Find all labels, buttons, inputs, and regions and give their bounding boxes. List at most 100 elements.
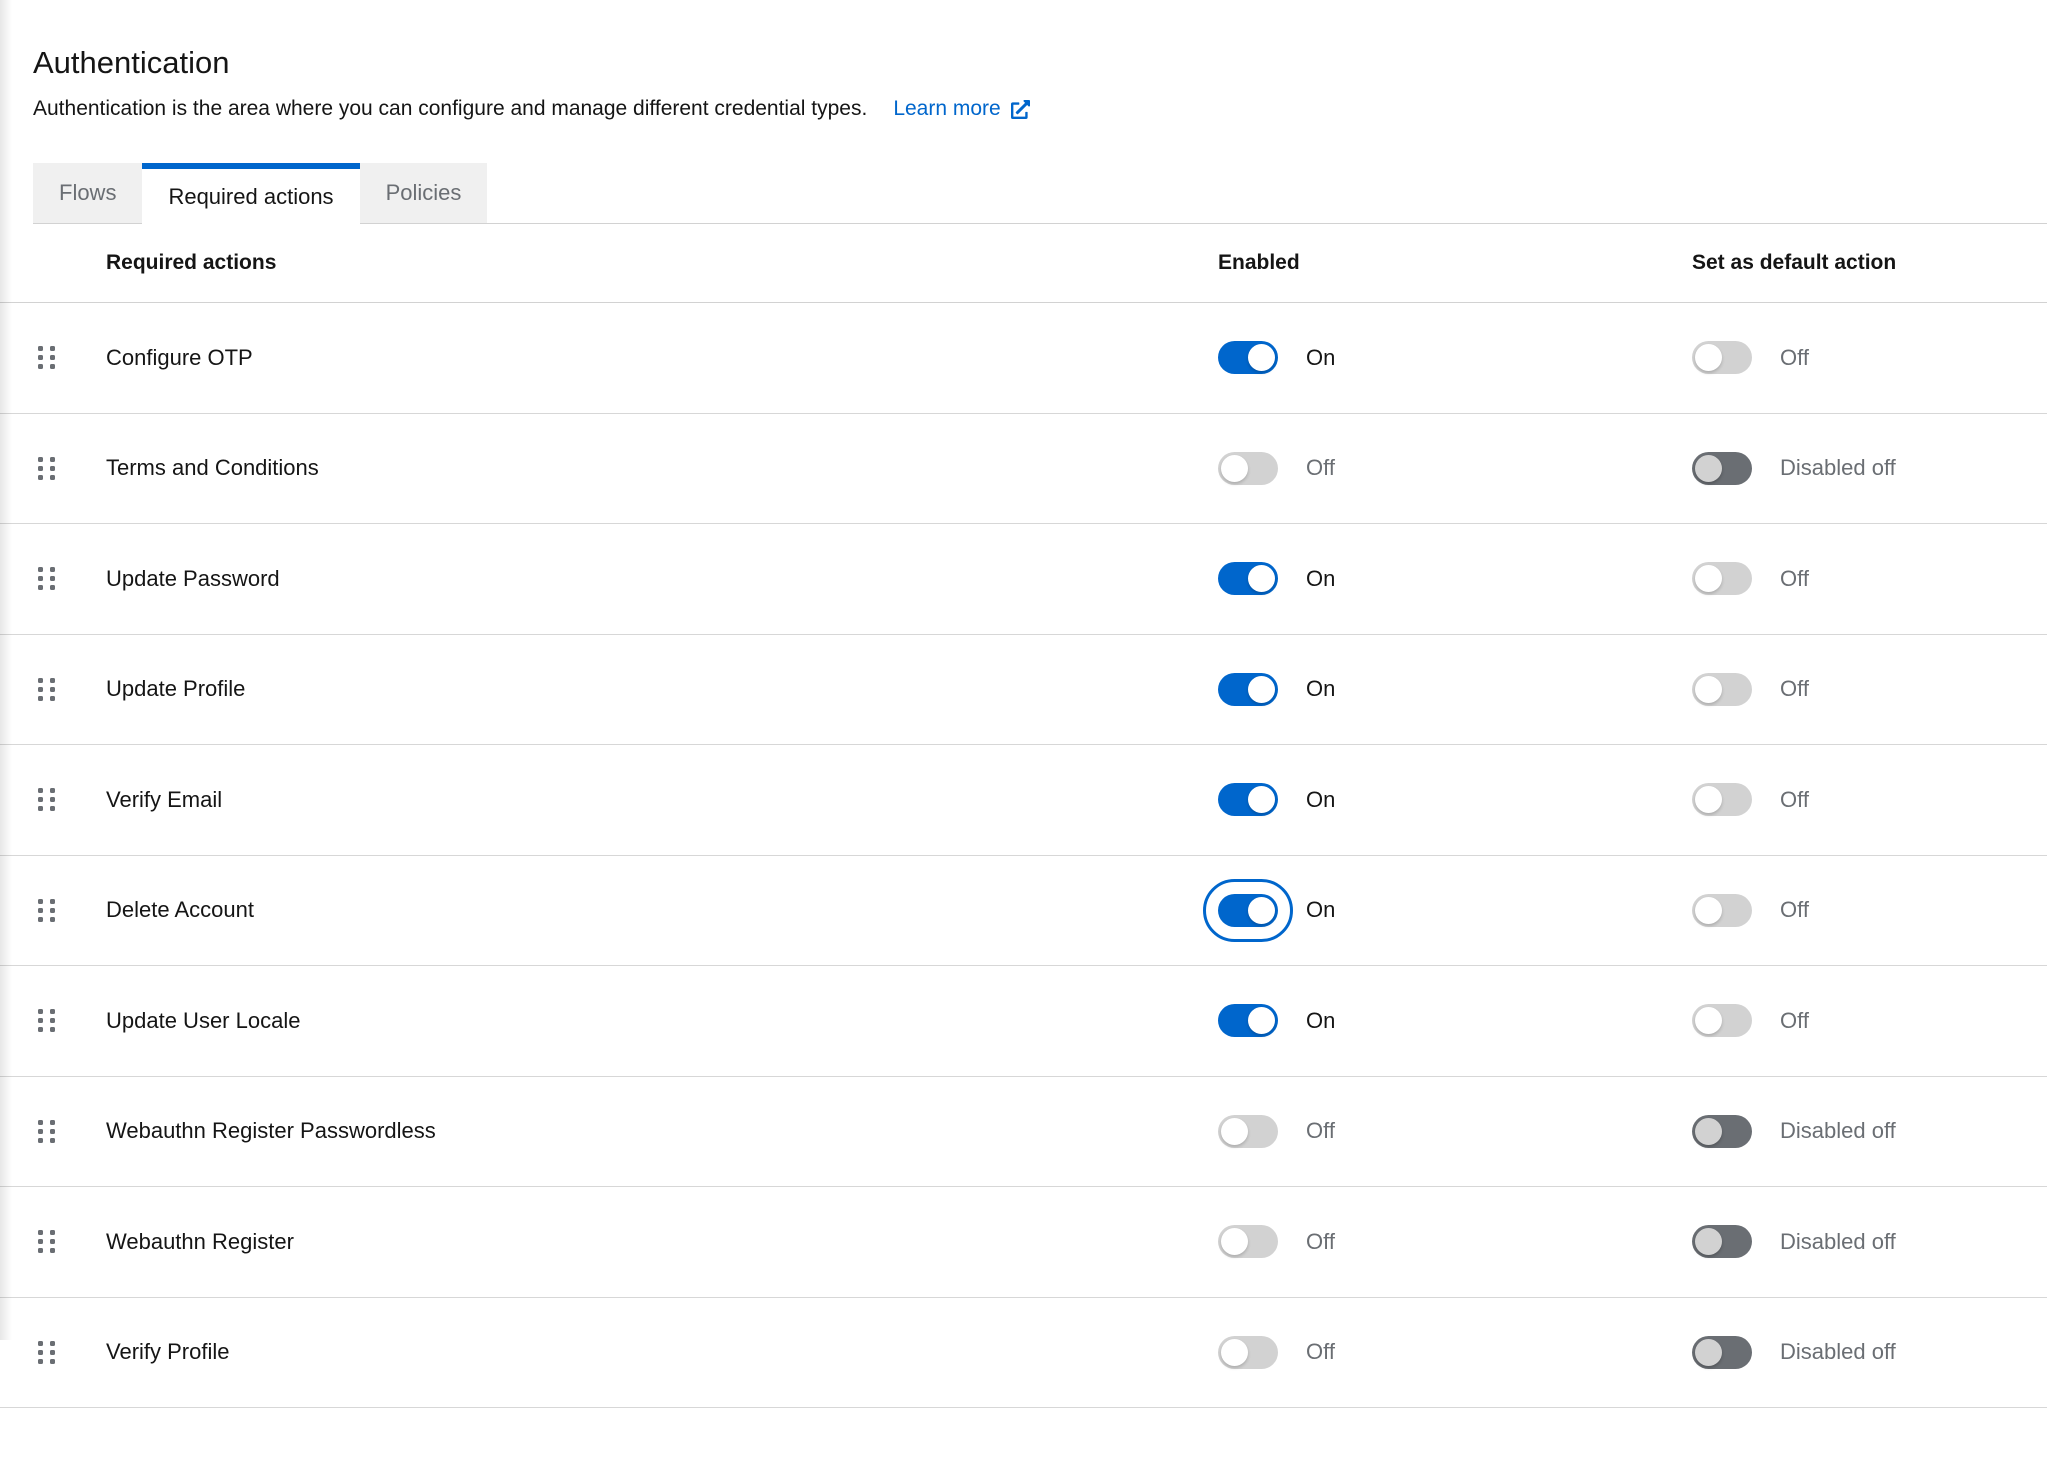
action-name: Update Profile (106, 676, 245, 702)
enabled-switch[interactable] (1218, 1225, 1278, 1258)
enabled-switch[interactable] (1218, 341, 1278, 374)
default-action-switch[interactable] (1692, 562, 1752, 595)
enabled-switch[interactable] (1218, 673, 1278, 706)
default-action-switch[interactable] (1692, 783, 1752, 816)
page-description-row: Authentication is the area where you can… (33, 95, 2014, 123)
switch-focus-ring (1203, 879, 1293, 942)
grip-dot (50, 1239, 55, 1244)
default-action-switch-group: Off (1692, 894, 1809, 927)
grip-dot (50, 908, 55, 913)
grip-dot (50, 1120, 55, 1125)
action-name: Terms and Conditions (106, 455, 319, 481)
grip-dot (50, 1129, 55, 1134)
action-name: Verify Profile (106, 1339, 230, 1365)
learn-more-link[interactable]: Learn more (893, 97, 1029, 121)
grip-dot (50, 1350, 55, 1355)
action-name: Webauthn Register Passwordless (106, 1118, 436, 1144)
switch-state-label: On (1306, 897, 1335, 923)
column-header-required-actions: Required actions (106, 224, 1218, 302)
drag-handle[interactable] (38, 788, 55, 811)
grip-dot (50, 1230, 55, 1235)
grip-dot (38, 788, 43, 793)
tab-policies[interactable]: Policies (360, 163, 488, 224)
grip-dot (38, 585, 43, 590)
default-action-switch-group: Disabled off (1692, 1336, 1896, 1369)
default-action-switch (1692, 1225, 1752, 1258)
enabled-switch[interactable] (1218, 452, 1278, 485)
grip-dot (38, 355, 43, 360)
grip-dot (38, 1018, 43, 1023)
tab-required-actions[interactable]: Required actions (142, 163, 359, 224)
tab-flows[interactable]: Flows (33, 163, 142, 224)
switch-state-label: On (1306, 1008, 1335, 1034)
grip-dot (50, 567, 55, 572)
switch-state-label: Off (1306, 1339, 1335, 1365)
grip-dot (38, 475, 43, 480)
enabled-switch-group: Off (1218, 1336, 1335, 1369)
switch-state-label: Off (1780, 566, 1809, 592)
page-title: Authentication (33, 44, 2014, 82)
switch-knob (1695, 344, 1722, 371)
grip-dot (38, 1359, 43, 1364)
switch-knob (1221, 1228, 1248, 1255)
table-row: Verify Profile Off Disabled off (0, 1298, 2047, 1409)
switch-state-label: Off (1780, 1008, 1809, 1034)
drag-handle[interactable] (38, 1230, 55, 1253)
enabled-switch-group: On (1218, 562, 1335, 595)
grip-dot (50, 576, 55, 581)
switch-knob (1221, 1118, 1248, 1145)
drag-handle[interactable] (38, 678, 55, 701)
switch-knob (1248, 786, 1275, 813)
table-header-row: Required actions Enabled Set as default … (0, 224, 2047, 303)
grip-dot (50, 585, 55, 590)
default-action-switch (1692, 452, 1752, 485)
enabled-switch[interactable] (1218, 1115, 1278, 1148)
enabled-switch-group: On (1218, 783, 1335, 816)
switch-state-label: On (1306, 676, 1335, 702)
switch-state-label: Off (1306, 455, 1335, 481)
enabled-switch[interactable] (1218, 562, 1278, 595)
grip-dot (38, 1350, 43, 1355)
grip-dot (38, 1138, 43, 1143)
switch-knob (1248, 897, 1275, 924)
grip-dot (38, 806, 43, 811)
switch-state-label: On (1306, 345, 1335, 371)
switch-state-label: Disabled off (1780, 455, 1896, 481)
switch-knob (1695, 786, 1722, 813)
drag-handle[interactable] (38, 1120, 55, 1143)
grip-dot (50, 696, 55, 701)
default-action-switch-group: Disabled off (1692, 1115, 1896, 1148)
drag-handle[interactable] (38, 567, 55, 590)
grip-dot (50, 457, 55, 462)
grip-dot (50, 788, 55, 793)
enabled-switch[interactable] (1218, 783, 1278, 816)
default-action-switch[interactable] (1692, 341, 1752, 374)
drag-handle[interactable] (38, 346, 55, 369)
switch-knob (1695, 1228, 1722, 1255)
drag-handle[interactable] (38, 1341, 55, 1364)
enabled-switch[interactable] (1218, 894, 1278, 927)
grip-dot (50, 1027, 55, 1032)
action-name: Update Password (106, 566, 280, 592)
enabled-switch[interactable] (1218, 1004, 1278, 1037)
grip-dot (38, 567, 43, 572)
default-action-switch[interactable] (1692, 673, 1752, 706)
default-action-switch[interactable] (1692, 894, 1752, 927)
grip-dot (50, 466, 55, 471)
drag-handle[interactable] (38, 1009, 55, 1032)
switch-knob (1248, 344, 1275, 371)
page-header: Authentication Authentication is the are… (0, 0, 2047, 123)
grip-dot (38, 1009, 43, 1014)
grip-dot (50, 687, 55, 692)
table-row: Update ProfileOnOff (0, 635, 2047, 746)
drag-handle[interactable] (38, 457, 55, 480)
default-action-switch (1692, 1336, 1752, 1369)
grip-dot (38, 346, 43, 351)
table-body: Configure OTPOnOffTerms and ConditionsOf… (0, 303, 2047, 1408)
grip-dot (50, 346, 55, 351)
grip-dot (38, 466, 43, 471)
enabled-switch[interactable] (1218, 1336, 1278, 1369)
drag-handle[interactable] (38, 899, 55, 922)
switch-knob (1221, 455, 1248, 482)
default-action-switch[interactable] (1692, 1004, 1752, 1037)
